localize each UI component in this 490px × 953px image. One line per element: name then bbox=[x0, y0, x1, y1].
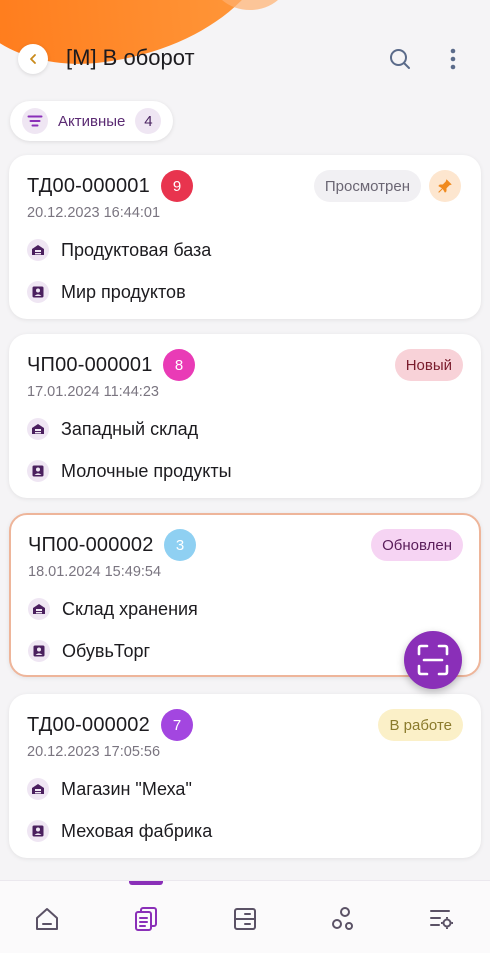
nav-home[interactable] bbox=[27, 899, 67, 939]
status-badge: Просмотрен bbox=[313, 170, 421, 202]
nav-active-indicator bbox=[129, 881, 163, 885]
status-badge: Новый bbox=[394, 349, 463, 381]
warehouse-icon bbox=[27, 239, 49, 261]
warehouse-name: Продуктовая база bbox=[61, 239, 212, 260]
pin-button[interactable] bbox=[429, 170, 461, 202]
contact-icon bbox=[28, 640, 50, 662]
document-date: 17.01.2024 11:44:23 bbox=[27, 384, 159, 400]
pin-icon bbox=[438, 179, 452, 193]
document-card[interactable]: ТД00-000001 9 20.12.2023 16:44:01 Просмо… bbox=[9, 155, 481, 319]
back-button[interactable] bbox=[18, 44, 48, 74]
counterparty-name: Молочные продукты bbox=[61, 460, 232, 481]
nav-settings[interactable] bbox=[421, 899, 461, 939]
document-date: 18.01.2024 15:49:54 bbox=[28, 564, 162, 580]
document-date: 20.12.2023 17:05:56 bbox=[27, 744, 161, 760]
counterparty-line: Мир продуктов bbox=[27, 281, 186, 303]
contact-icon bbox=[27, 460, 49, 482]
counterparty-line: Меховая фабрика bbox=[27, 820, 212, 842]
status-badge: Обновлен bbox=[371, 529, 463, 561]
document-date: 20.12.2023 16:44:01 bbox=[27, 205, 161, 221]
document-number: ЧП00-000002 bbox=[28, 534, 154, 556]
list-icon bbox=[234, 908, 256, 930]
circles-icon bbox=[332, 907, 353, 930]
contact-icon bbox=[27, 281, 49, 303]
counterparty-line: Молочные продукты bbox=[27, 460, 232, 482]
filter-chip-active[interactable]: Активные 4 bbox=[10, 101, 174, 141]
count-badge: 8 bbox=[163, 349, 195, 381]
count-badge: 3 bbox=[164, 529, 196, 561]
filter-icon bbox=[22, 108, 48, 134]
counterparty-name: Меховая фабрика bbox=[61, 820, 213, 841]
count-badge: 9 bbox=[161, 170, 193, 202]
warehouse-name: Магазин "Меха" bbox=[61, 778, 192, 799]
filter-count-badge: 4 bbox=[135, 108, 162, 134]
counterparty-name: Мир продуктов bbox=[61, 281, 186, 302]
page-title: [М] В оборот bbox=[66, 45, 195, 70]
nav-circles[interactable] bbox=[322, 899, 362, 939]
counterparty-line: ОбувьТорг bbox=[28, 640, 150, 662]
status-badge: В работе bbox=[378, 709, 463, 741]
warehouse-icon bbox=[27, 418, 49, 440]
counterparty-name: ОбувьТорг bbox=[62, 640, 151, 661]
search-icon bbox=[390, 49, 410, 69]
search-button[interactable] bbox=[385, 44, 415, 74]
warehouse-icon bbox=[28, 598, 50, 620]
warehouse-icon bbox=[27, 778, 49, 800]
warehouse-name: Западный склад bbox=[61, 418, 199, 439]
scan-icon bbox=[417, 644, 449, 676]
scan-button[interactable] bbox=[404, 631, 462, 689]
count-badge: 7 bbox=[161, 709, 193, 741]
more-menu-button[interactable] bbox=[438, 44, 468, 74]
bottom-navigation bbox=[0, 880, 490, 953]
chevron-left-icon bbox=[30, 54, 36, 64]
warehouse-line: Склад хранения bbox=[28, 598, 198, 620]
document-number: ТД00-000002 bbox=[27, 714, 150, 736]
warehouse-line: Продуктовая база bbox=[27, 239, 211, 261]
more-vertical-icon bbox=[450, 48, 456, 70]
document-number: ТД00-000001 bbox=[27, 175, 150, 197]
documents-icon bbox=[135, 907, 157, 931]
app-header: [М] В оборот bbox=[0, 30, 490, 90]
home-icon bbox=[36, 908, 58, 930]
nav-list[interactable] bbox=[225, 899, 265, 939]
warehouse-line: Магазин "Меха" bbox=[27, 778, 192, 800]
warehouse-name: Склад хранения bbox=[62, 598, 198, 619]
document-card[interactable]: ТД00-000002 7 20.12.2023 17:05:56 В рабо… bbox=[9, 694, 481, 858]
document-number: ЧП00-000001 bbox=[27, 354, 153, 376]
warehouse-line: Западный склад bbox=[27, 418, 198, 440]
document-card[interactable]: ЧП00-000001 8 17.01.2024 11:44:23 Новый … bbox=[9, 334, 481, 498]
nav-documents[interactable] bbox=[126, 899, 166, 939]
contact-icon bbox=[27, 820, 49, 842]
settings-icon bbox=[430, 910, 453, 929]
filter-label: Активные bbox=[58, 112, 126, 130]
